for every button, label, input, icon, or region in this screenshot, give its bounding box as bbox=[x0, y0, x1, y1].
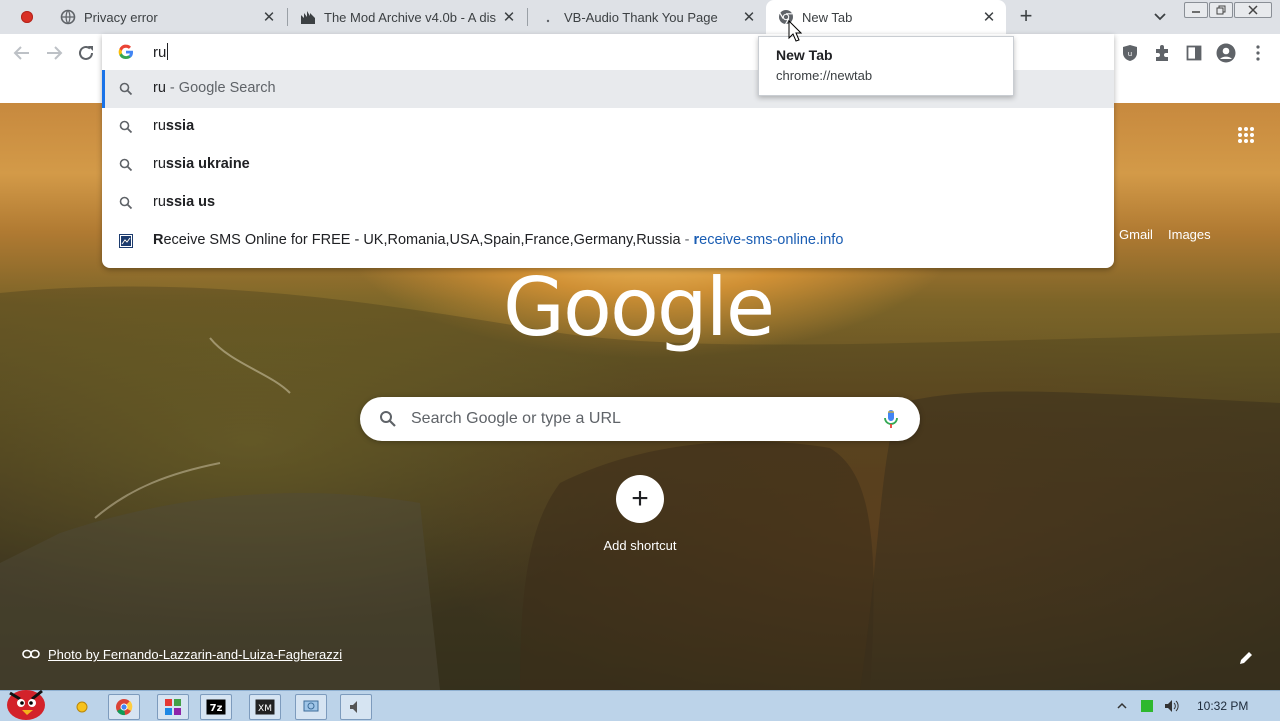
tab-vb-audio[interactable]: VB-Audio Thank You Page ✕ bbox=[528, 0, 766, 34]
google-apps-grid-icon[interactable] bbox=[1238, 127, 1254, 143]
text-caret bbox=[167, 43, 169, 60]
gmail-link[interactable]: Gmail bbox=[1119, 227, 1153, 242]
svg-text:XM: XM bbox=[258, 704, 272, 714]
suggestion-prefix: ru bbox=[153, 156, 166, 172]
photo-attribution-link[interactable]: Photo by Fernando-Lazzarin-and-Luiza-Fag… bbox=[22, 647, 342, 662]
images-link[interactable]: Images bbox=[1168, 227, 1211, 242]
svg-text:u: u bbox=[1128, 50, 1132, 58]
new-tab-button[interactable]: + bbox=[1014, 5, 1038, 29]
search-icon bbox=[118, 119, 134, 135]
tab-mod-archive[interactable]: The Mod Archive v4.0b - A dis ✕ bbox=[288, 0, 526, 34]
back-arrow-icon[interactable] bbox=[10, 42, 34, 64]
suggestion-completion: ssia us bbox=[165, 194, 216, 210]
google-g-icon bbox=[118, 44, 134, 60]
tooltip-title: New Tab bbox=[776, 47, 833, 63]
ntp-search-box[interactable]: Search Google or type a URL bbox=[360, 397, 920, 441]
angry-birds-icon[interactable] bbox=[2, 683, 48, 721]
record-indicator-icon bbox=[21, 11, 33, 23]
kebab-menu-icon[interactable] bbox=[1246, 42, 1270, 64]
site-title-bold: R bbox=[153, 232, 164, 248]
search-icon bbox=[118, 157, 134, 173]
tooltip-url: chrome://newtab bbox=[776, 68, 873, 83]
tray-expand-icon[interactable] bbox=[1116, 700, 1128, 712]
tab-title: New Tab bbox=[802, 9, 853, 25]
vb-audio-icon bbox=[540, 9, 556, 25]
network-app-icon[interactable] bbox=[295, 694, 327, 720]
tab-strip: Privacy error ✕ The Mod Archive v4.0b - … bbox=[0, 0, 1280, 34]
site-url: eceive-sms-online.info bbox=[699, 232, 844, 248]
add-shortcut-label: Add shortcut bbox=[603, 538, 677, 553]
rgb-app-icon[interactable] bbox=[157, 694, 189, 720]
search-icon bbox=[379, 410, 397, 428]
suggestion-suffix: - Google Search bbox=[165, 80, 276, 96]
attribution-text: Photo by Fernando-Lazzarin-and-Luiza-Fag… bbox=[48, 647, 343, 662]
suggestion-item[interactable]: russia ukraine bbox=[102, 146, 1114, 184]
xm-icon[interactable]: XM bbox=[249, 694, 281, 720]
sun-icon[interactable] bbox=[66, 694, 98, 720]
suggestion-query: ru bbox=[153, 80, 166, 96]
suggestion-completion: ssia bbox=[165, 118, 195, 134]
site-separator: - bbox=[680, 232, 694, 248]
chrome-icon[interactable] bbox=[108, 694, 140, 720]
suggestion-site[interactable]: Receive SMS Online for FREE - UK,Romania… bbox=[102, 222, 1114, 260]
suggestion-completion: ssia ukraine bbox=[165, 156, 250, 172]
profile-avatar-icon[interactable] bbox=[1214, 42, 1238, 64]
search-icon bbox=[118, 81, 134, 97]
suggestion-prefix: ru bbox=[153, 118, 166, 134]
volume-icon[interactable] bbox=[1163, 698, 1179, 714]
tab-title: Privacy error bbox=[84, 9, 158, 25]
tray-green-app-icon[interactable] bbox=[1140, 699, 1154, 713]
restore-window-icon[interactable] bbox=[1209, 2, 1233, 18]
ublock-shield-icon[interactable]: u bbox=[1118, 42, 1142, 64]
search-placeholder: Search Google or type a URL bbox=[411, 410, 621, 427]
system-clock[interactable]: 10:32 PM bbox=[1197, 699, 1248, 713]
tab-title: VB-Audio Thank You Page bbox=[564, 9, 718, 25]
suggestion-item[interactable]: russia us bbox=[102, 184, 1114, 222]
side-panel-icon[interactable] bbox=[1182, 42, 1206, 64]
mod-archive-icon bbox=[300, 9, 316, 25]
tab-privacy-error[interactable]: Privacy error ✕ bbox=[48, 0, 286, 34]
close-tab-icon[interactable]: ✕ bbox=[260, 8, 278, 26]
extensions-puzzle-icon[interactable] bbox=[1150, 42, 1174, 64]
voice-search-mic-icon[interactable] bbox=[883, 409, 899, 429]
add-shortcut-button[interactable]: + bbox=[616, 475, 664, 523]
site-favicon-icon bbox=[118, 233, 134, 249]
google-logo: Google bbox=[503, 261, 775, 354]
speaker-app-icon[interactable] bbox=[340, 694, 372, 720]
site-title: eceive SMS Online for FREE - UK,Romania,… bbox=[163, 232, 681, 248]
close-tab-icon[interactable]: ✕ bbox=[740, 8, 758, 26]
close-tab-icon[interactable]: ✕ bbox=[980, 8, 998, 26]
close-tab-icon[interactable]: ✕ bbox=[500, 8, 518, 26]
address-input[interactable]: ru bbox=[153, 43, 169, 61]
tab-title: The Mod Archive v4.0b - A dis bbox=[324, 9, 496, 25]
svg-text:7z: 7z bbox=[210, 703, 223, 714]
7zip-icon[interactable]: 7z bbox=[200, 694, 232, 720]
minimize-window-icon[interactable] bbox=[1184, 2, 1208, 18]
customize-pencil-icon[interactable] bbox=[1238, 650, 1254, 666]
address-value: ru bbox=[153, 44, 167, 61]
plus-icon: + bbox=[631, 482, 649, 515]
tab-new-tab[interactable]: New Tab ✕ bbox=[766, 0, 1006, 34]
close-window-icon[interactable] bbox=[1234, 2, 1272, 18]
forward-arrow-icon[interactable] bbox=[42, 42, 66, 64]
tab-search-chevron-icon[interactable] bbox=[1150, 8, 1170, 26]
link-icon bbox=[22, 647, 40, 662]
suggestion-item[interactable]: russia bbox=[102, 108, 1114, 146]
os-taskbar: 7z XM 10:32 PM bbox=[0, 689, 1280, 721]
mouse-cursor-icon bbox=[788, 20, 802, 42]
tab-hover-tooltip: New Tab chrome://newtab bbox=[758, 36, 1014, 96]
search-icon bbox=[118, 195, 134, 211]
suggestion-prefix: ru bbox=[153, 194, 166, 210]
globe-icon bbox=[60, 9, 76, 25]
reload-icon[interactable] bbox=[74, 42, 98, 64]
